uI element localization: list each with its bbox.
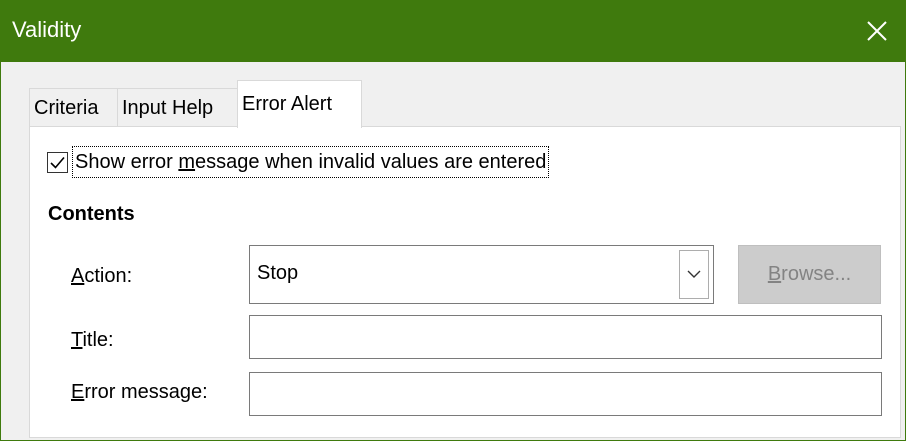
- checkmark-icon: [50, 156, 65, 169]
- contents-heading: Contents: [48, 203, 135, 225]
- action-label: Action:: [71, 265, 133, 287]
- chevron-down-icon: [687, 270, 701, 278]
- tab-input-help[interactable]: Input Help: [117, 88, 238, 127]
- action-dropdown[interactable]: Stop: [249, 245, 714, 304]
- title-label: Title:: [71, 329, 114, 351]
- dialog-title: Validity: [12, 17, 82, 42]
- error-message-label: Error message:: [71, 381, 208, 403]
- title-bar: Validity: [1, 0, 906, 62]
- error-alert-panel: Show error message when invalid values a…: [29, 126, 901, 438]
- show-error-label[interactable]: Show error message when invalid values a…: [72, 146, 550, 178]
- action-selected-value: Stop: [257, 262, 299, 284]
- tab-criteria[interactable]: Criteria: [29, 88, 118, 127]
- show-error-checkbox[interactable]: [47, 151, 68, 173]
- browse-button[interactable]: Browse...: [738, 245, 881, 304]
- dropdown-button[interactable]: [679, 250, 709, 299]
- error-message-input[interactable]: [249, 372, 882, 416]
- validity-dialog: Validity Criteria Input Help Error Alert…: [0, 0, 906, 441]
- close-button[interactable]: [847, 0, 906, 62]
- title-input[interactable]: [249, 315, 882, 359]
- close-icon: [867, 21, 887, 41]
- show-error-message-option[interactable]: Show error message when invalid values a…: [47, 145, 550, 179]
- tab-error-alert[interactable]: Error Alert: [237, 80, 362, 128]
